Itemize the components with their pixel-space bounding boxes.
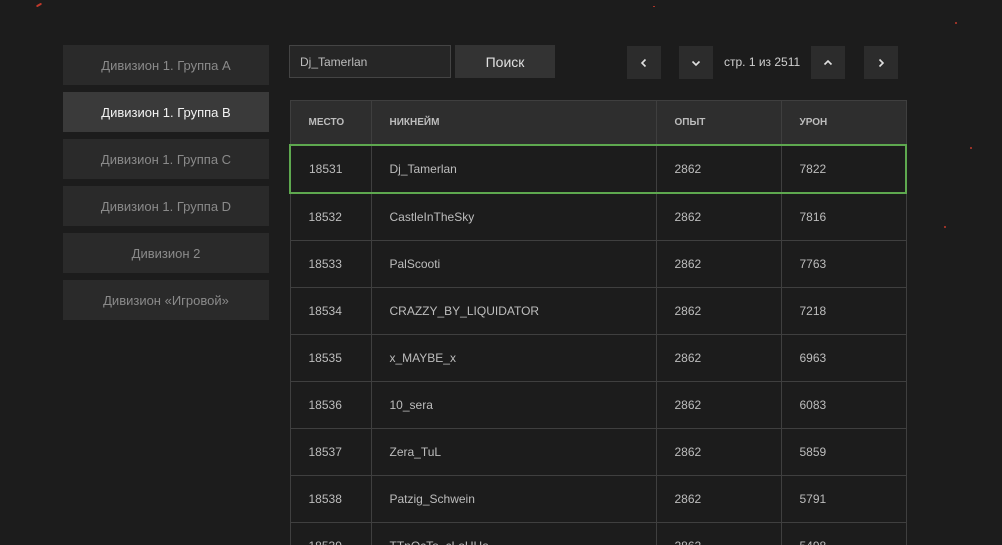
sidebar-item-division-1-group-b[interactable]: Дивизион 1. Группа B	[63, 92, 269, 132]
cell-experience: 2862	[655, 428, 782, 476]
table-row[interactable]: 18537 Zera_TuL 2862 5859	[289, 428, 907, 476]
chevron-left-icon	[640, 58, 647, 67]
sidebar-item-label: Дивизион 1. Группа C	[100, 151, 232, 167]
cell-experience: 2862	[655, 381, 782, 429]
table-row[interactable]: 18534 CRAZZY_BY_LIQUIDATOR 2862 7218	[289, 287, 907, 335]
search-button[interactable]: Поиск	[455, 45, 555, 78]
sidebar-item-division-2[interactable]: Дивизион 2	[63, 233, 269, 273]
column-header-nickname: НИКНЕЙМ	[370, 100, 657, 146]
table-row[interactable]: 18536 10_sera 2862 6083	[289, 381, 907, 429]
cell-damage: 5859	[780, 428, 907, 476]
sidebar-item-division-1-group-a[interactable]: Дивизион 1. Группа A	[63, 45, 269, 85]
ranking-table: МЕСТО НИКНЕЙМ ОПЫТ УРОН 18531 Dj_Tamerla…	[289, 100, 907, 545]
ember-decoration	[955, 22, 957, 24]
page-down-button[interactable]	[679, 46, 713, 79]
cell-experience: 2862	[655, 522, 782, 545]
cell-experience: 2862	[655, 334, 782, 382]
page: Дивизион 1. Группа A Дивизион 1. Группа …	[0, 0, 1002, 545]
division-sidebar: Дивизион 1. Группа A Дивизион 1. Группа …	[63, 45, 269, 327]
cell-nickname: Zera_TuL	[370, 428, 657, 476]
column-header-place: МЕСТО	[289, 100, 372, 146]
page-up-button[interactable]	[811, 46, 845, 79]
cell-place: 18535	[289, 334, 372, 382]
search-button-label: Поиск	[485, 53, 525, 70]
chevron-up-icon	[823, 59, 833, 65]
cell-nickname: x_MAYBE_x	[370, 334, 657, 382]
cell-nickname: TTnOcTo_cLoHHa	[370, 522, 657, 545]
ember-decoration	[944, 226, 946, 228]
cell-damage: 5791	[780, 475, 907, 523]
table-row[interactable]: 18533 PalScooti 2862 7763	[289, 240, 907, 288]
cell-place: 18533	[289, 240, 372, 288]
ember-decoration	[35, 2, 43, 8]
table-row[interactable]: 18538 Patzig_Schwein 2862 5791	[289, 475, 907, 523]
cell-nickname: CastleInTheSky	[370, 192, 657, 241]
column-header-damage: УРОН	[780, 100, 907, 146]
table-row[interactable]: 18535 x_MAYBE_x 2862 6963	[289, 334, 907, 382]
sidebar-item-label: Дивизион 2	[131, 245, 201, 261]
cell-damage: 7218	[780, 287, 907, 335]
cell-nickname: Patzig_Schwein	[370, 475, 657, 523]
cell-place: 18538	[289, 475, 372, 523]
cell-place: 18539	[289, 522, 372, 545]
table-row-highlighted[interactable]: 18531 Dj_Tamerlan 2862 7822	[289, 144, 907, 194]
cell-experience: 2862	[655, 144, 782, 194]
table-row[interactable]: 18539 TTnOcTo_cLoHHa 2862 5498	[289, 522, 907, 545]
next-page-button[interactable]	[864, 46, 898, 79]
sidebar-item-division-1-group-d[interactable]: Дивизион 1. Группа D	[63, 186, 269, 226]
cell-experience: 2862	[655, 287, 782, 335]
sidebar-item-label: Дивизион 1. Группа A	[101, 57, 231, 73]
column-header-experience: ОПЫТ	[655, 100, 782, 146]
page-indicator: стр. 1 из 2511	[724, 55, 801, 69]
sidebar-item-label: Дивизион 1. Группа B	[101, 104, 231, 120]
cell-experience: 2862	[655, 192, 782, 241]
sidebar-item-label: Дивизион «Игровой»	[103, 292, 229, 308]
ember-decoration	[970, 147, 972, 149]
cell-experience: 2862	[655, 475, 782, 523]
cell-place: 18537	[289, 428, 372, 476]
cell-damage: 6963	[780, 334, 907, 382]
table-header-row: МЕСТО НИКНЕЙМ ОПЫТ УРОН	[289, 100, 907, 146]
prev-page-button[interactable]	[627, 46, 661, 79]
cell-place: 18532	[289, 192, 372, 241]
cell-place: 18534	[289, 287, 372, 335]
chevron-down-icon	[691, 60, 701, 66]
cell-place: 18536	[289, 381, 372, 429]
cell-nickname: PalScooti	[370, 240, 657, 288]
ember-decoration	[653, 6, 655, 7]
table-row[interactable]: 18532 CastleInTheSky 2862 7816	[289, 192, 907, 241]
cell-damage: 7816	[780, 192, 907, 241]
cell-nickname: Dj_Tamerlan	[370, 144, 657, 194]
cell-damage: 5498	[780, 522, 907, 545]
cell-damage: 7822	[780, 144, 907, 194]
sidebar-item-label: Дивизион 1. Группа D	[100, 198, 232, 214]
cell-place: 18531	[289, 144, 372, 194]
cell-nickname: CRAZZY_BY_LIQUIDATOR	[370, 287, 657, 335]
sidebar-item-division-game[interactable]: Дивизион «Игровой»	[63, 280, 269, 320]
cell-experience: 2862	[655, 240, 782, 288]
chevron-right-icon	[878, 58, 885, 67]
sidebar-item-division-1-group-c[interactable]: Дивизион 1. Группа C	[63, 139, 269, 179]
cell-damage: 6083	[780, 381, 907, 429]
cell-nickname: 10_sera	[370, 381, 657, 429]
search-input[interactable]	[289, 45, 451, 78]
cell-damage: 7763	[780, 240, 907, 288]
